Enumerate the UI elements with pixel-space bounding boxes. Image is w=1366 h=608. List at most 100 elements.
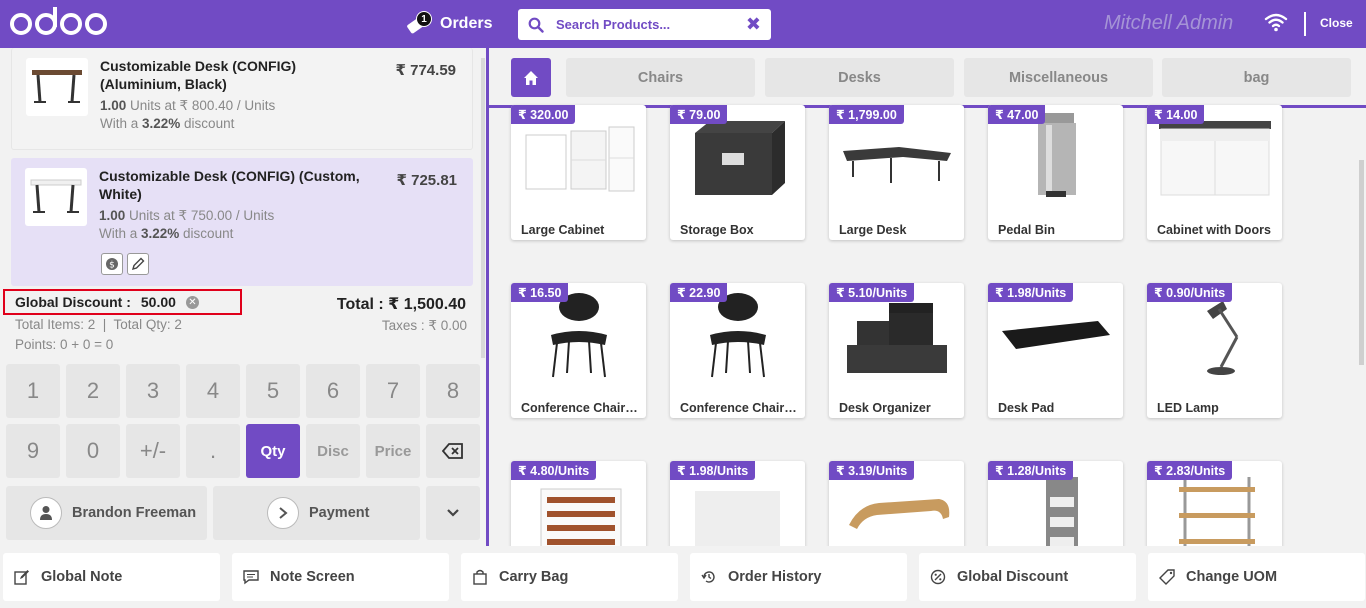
note-edit-icon bbox=[13, 568, 31, 586]
user-icon bbox=[30, 497, 62, 529]
key-6[interactable]: 6 bbox=[306, 364, 360, 418]
product-price: ₹ 16.50 bbox=[511, 283, 569, 302]
payment-button[interactable]: Payment bbox=[213, 486, 420, 540]
mode-qty-button[interactable]: Qty bbox=[246, 424, 300, 478]
product-name: LED Lamp bbox=[1157, 401, 1219, 415]
product-scrollbar[interactable] bbox=[1356, 110, 1366, 546]
product-card[interactable]: ₹ 47.00 Pedal Bin bbox=[988, 105, 1123, 240]
history-icon bbox=[700, 568, 718, 586]
customer-name: Brandon Freeman bbox=[72, 505, 197, 521]
customer-button[interactable]: Brandon Freeman bbox=[6, 486, 207, 540]
product-card[interactable]: ₹ 79.00 Storage Box bbox=[670, 105, 805, 240]
order-line-selected[interactable]: Customizable Desk (CONFIG) (Custom, Whit… bbox=[11, 158, 473, 286]
rack-image bbox=[1046, 477, 1078, 546]
product-card[interactable]: ₹ 3.19/Units bbox=[829, 461, 964, 546]
category-desks[interactable]: Desks bbox=[765, 58, 954, 97]
product-price: ₹ 1.98/Units bbox=[988, 283, 1074, 302]
shelf-image bbox=[540, 488, 622, 546]
product-name: Desk Pad bbox=[998, 401, 1055, 415]
key-8[interactable]: 8 bbox=[426, 364, 480, 418]
product-name: Conference Chair… bbox=[521, 401, 638, 415]
percent-icon bbox=[929, 568, 947, 586]
category-bag[interactable]: bag bbox=[1162, 58, 1351, 97]
backspace-button[interactable] bbox=[426, 424, 480, 478]
key-plus-minus[interactable]: +/- bbox=[126, 424, 180, 478]
order-scrollbar[interactable] bbox=[481, 58, 485, 358]
order-line-qty: 1.00 Units at ₹ 750.00 / Units bbox=[99, 208, 275, 223]
chair-image bbox=[551, 293, 607, 378]
clear-search-icon[interactable]: ✖ bbox=[746, 14, 761, 35]
product-card[interactable]: ₹ 2.83/Units bbox=[1147, 461, 1282, 546]
chevron-down-icon bbox=[447, 509, 459, 517]
close-button[interactable]: Close bbox=[1320, 16, 1353, 30]
product-card[interactable]: ₹ 1.28/Units bbox=[988, 461, 1123, 546]
key-7[interactable]: 7 bbox=[366, 364, 420, 418]
product-price: ₹ 3.19/Units bbox=[829, 461, 915, 480]
cashier-name[interactable]: Mitchell Admin bbox=[1104, 12, 1233, 35]
category-miscellaneous[interactable]: Miscellaneous bbox=[964, 58, 1153, 97]
key-3[interactable]: 3 bbox=[126, 364, 180, 418]
remove-discount-icon[interactable]: ✕ bbox=[185, 295, 199, 309]
product-card[interactable]: ₹ 1,799.00 Large Desk bbox=[829, 105, 964, 240]
mode-price-button[interactable]: Price bbox=[366, 424, 420, 478]
search-bar[interactable]: ✖ bbox=[518, 9, 771, 40]
product-card[interactable]: ₹ 320.00 Large Cabinet bbox=[511, 105, 646, 240]
cabinet-image bbox=[525, 126, 635, 192]
product-price: ₹ 22.90 bbox=[670, 283, 728, 302]
product-card[interactable]: ₹ 1.98/Units Desk Pad bbox=[988, 283, 1123, 418]
orders-count-badge: 1 bbox=[416, 11, 432, 27]
key-2[interactable]: 2 bbox=[66, 364, 120, 418]
product-card[interactable]: ₹ 5.10/Units Desk Organizer bbox=[829, 283, 964, 418]
global-discount-button[interactable]: Global Discount bbox=[919, 553, 1136, 601]
product-price: ₹ 5.10/Units bbox=[829, 283, 915, 302]
category-chairs[interactable]: Chairs bbox=[566, 58, 755, 97]
key-9[interactable]: 9 bbox=[6, 424, 60, 478]
comment-icon bbox=[242, 568, 260, 586]
mode-disc-button[interactable]: Disc bbox=[306, 424, 360, 478]
product-card[interactable]: ₹ 0.90/Units LED Lamp bbox=[1147, 283, 1282, 418]
global-note-button[interactable]: Global Note bbox=[3, 553, 220, 601]
product-thumbnail bbox=[26, 58, 88, 116]
product-price: ₹ 47.00 bbox=[988, 105, 1046, 124]
product-card[interactable]: ₹ 14.00 Cabinet with Doors bbox=[1147, 105, 1282, 240]
home-category-button[interactable] bbox=[511, 58, 551, 97]
global-discount-row: Global Discount : 50.00 ✕ bbox=[3, 289, 242, 315]
carry-bag-button[interactable]: Carry Bag bbox=[461, 553, 678, 601]
order-history-button[interactable]: Order History bbox=[690, 553, 907, 601]
search-icon bbox=[528, 17, 544, 33]
edit-icon[interactable] bbox=[127, 253, 149, 275]
product-name: Large Desk bbox=[839, 223, 907, 237]
cabinet-doors-image bbox=[1159, 121, 1271, 196]
key-0[interactable]: 0 bbox=[66, 424, 120, 478]
change-uom-button[interactable]: Change UOM bbox=[1148, 553, 1365, 601]
global-discount-value: 50.00 bbox=[140, 294, 176, 310]
product-card[interactable]: ₹ 1.98/Units bbox=[670, 461, 805, 546]
product-price: ₹ 79.00 bbox=[670, 105, 728, 124]
product-card[interactable]: ₹ 22.90 Conference Chair… bbox=[670, 283, 805, 418]
product-card[interactable]: ₹ 4.80/Units bbox=[511, 461, 646, 546]
key-5[interactable]: 5 bbox=[246, 364, 300, 418]
chevron-right-icon bbox=[267, 497, 299, 529]
more-actions-button[interactable] bbox=[426, 486, 480, 540]
change-uom-label: Change UOM bbox=[1186, 569, 1278, 585]
order-total: Total : ₹ 1,500.40 bbox=[336, 296, 466, 313]
note-screen-button[interactable]: Note Screen bbox=[232, 553, 449, 601]
key-decimal[interactable]: . bbox=[186, 424, 240, 478]
product-name: Conference Chair… bbox=[680, 401, 797, 415]
orders-button[interactable]: 1 Orders bbox=[406, 10, 492, 38]
lamp-image bbox=[1207, 301, 1239, 375]
header-separator bbox=[1304, 12, 1306, 36]
top-bar: 1 Orders ✖ Mitchell Admin Close bbox=[0, 0, 1366, 48]
product-card[interactable]: ₹ 16.50 Conference Chair… bbox=[511, 283, 646, 418]
pedal-bin-image bbox=[1038, 113, 1076, 197]
price-tag-icon[interactable]: $ bbox=[101, 253, 123, 275]
order-line-price: ₹ 725.81 bbox=[396, 172, 457, 189]
product-price: ₹ 14.00 bbox=[1147, 105, 1205, 124]
key-1[interactable]: 1 bbox=[6, 364, 60, 418]
order-history-label: Order History bbox=[728, 569, 822, 585]
order-line[interactable]: Customizable Desk (CONFIG) (Aluminium, B… bbox=[11, 48, 473, 150]
key-4[interactable]: 4 bbox=[186, 364, 240, 418]
search-input[interactable] bbox=[556, 17, 740, 32]
control-button-bar: Global Note Note Screen Carry Bag Order … bbox=[0, 546, 1366, 608]
product-price: ₹ 1.98/Units bbox=[670, 461, 756, 480]
